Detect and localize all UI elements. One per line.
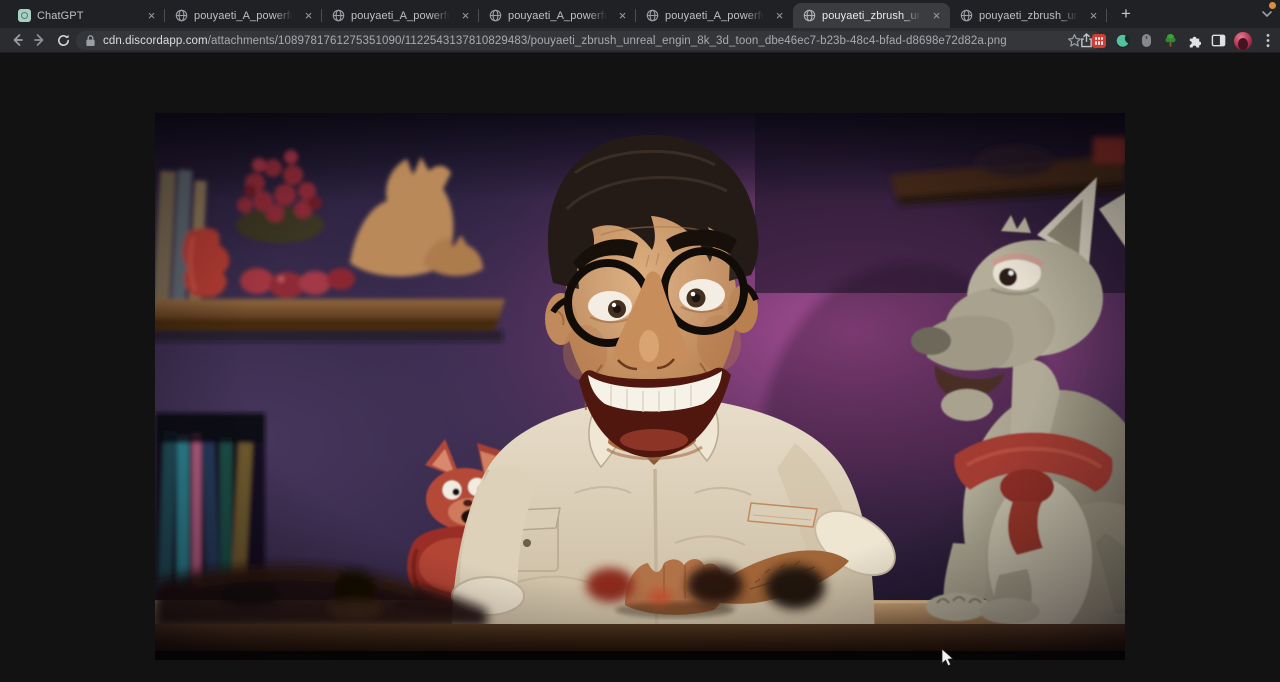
toolbar-right xyxy=(1066,28,1276,53)
vignette xyxy=(155,113,1125,660)
globe-favicon xyxy=(959,9,973,23)
nav-buttons xyxy=(6,29,74,51)
address-bar[interactable]: cdn.discordapp.com/attachments/108978176… xyxy=(76,31,1102,50)
extension-red-grid-icon[interactable] xyxy=(1090,32,1107,49)
extension-tree-icon[interactable] xyxy=(1162,32,1179,49)
tab-label: pouyaeti_zbrush_unreal_engin xyxy=(822,10,923,22)
tab-strip: ChatGPT × pouyaeti_A_powerful_modern × p… xyxy=(0,0,1280,28)
lock-icon xyxy=(85,34,96,47)
url-text: cdn.discordapp.com/attachments/108978176… xyxy=(103,35,1073,47)
tab-close-icon[interactable]: × xyxy=(1086,8,1101,23)
tab-close-icon[interactable]: × xyxy=(458,8,473,23)
menu-kebab-icon[interactable] xyxy=(1259,32,1276,49)
new-tab-button[interactable]: + xyxy=(1113,1,1139,27)
extensions-puzzle-icon[interactable] xyxy=(1186,32,1203,49)
globe-favicon xyxy=(488,9,502,23)
tab-zbrush-unreal-2[interactable]: pouyaeti_zbrush_unreal_engin × xyxy=(950,3,1107,28)
extension-mouse-icon[interactable] xyxy=(1138,32,1155,49)
globe-favicon xyxy=(802,9,816,23)
browser-window: { "tab_strip": { "close_label": "×", "ne… xyxy=(0,0,1280,682)
tab-chatgpt[interactable]: ChatGPT × xyxy=(8,3,165,28)
tab-powerful-modern-4[interactable]: pouyaeti_A_powerful_modern × xyxy=(636,3,793,28)
recording-indicator-dot xyxy=(1269,2,1276,9)
mouse-cursor xyxy=(941,648,954,667)
tab-label: pouyaeti_A_powerful_modern xyxy=(351,10,452,22)
bookmark-star-icon[interactable] xyxy=(1066,32,1083,49)
back-button[interactable] xyxy=(6,29,28,51)
globe-favicon xyxy=(645,9,659,23)
profile-avatar[interactable] xyxy=(1234,32,1252,50)
tab-label: ChatGPT xyxy=(37,10,138,22)
globe-favicon xyxy=(174,9,188,23)
tab-close-icon[interactable]: × xyxy=(615,8,630,23)
tab-close-icon[interactable]: × xyxy=(929,8,944,23)
extension-dark-mode-moon-icon[interactable] xyxy=(1114,32,1131,49)
browser-toolbar: cdn.discordapp.com/attachments/108978176… xyxy=(0,28,1280,53)
tab-powerful-modern-3[interactable]: pouyaeti_A_powerful_modern × xyxy=(479,3,636,28)
side-panel-icon[interactable] xyxy=(1210,32,1227,49)
tab-close-icon[interactable]: × xyxy=(772,8,787,23)
tab-label: pouyaeti_A_powerful_modern xyxy=(194,10,295,22)
tab-powerful-modern-2[interactable]: pouyaeti_A_powerful_modern × xyxy=(322,3,479,28)
tab-label: pouyaeti_zbrush_unreal_engin xyxy=(979,10,1080,22)
tab-powerful-modern-1[interactable]: pouyaeti_A_powerful_modern × xyxy=(165,3,322,28)
page-content xyxy=(0,53,1280,682)
tab-overflow-chevron-icon[interactable] xyxy=(1260,7,1274,21)
url-host: cdn.discordapp.com xyxy=(103,35,208,47)
globe-favicon xyxy=(331,9,345,23)
tab-label: pouyaeti_A_powerful_modern xyxy=(508,10,609,22)
tab-zbrush-unreal-active[interactable]: pouyaeti_zbrush_unreal_engin × xyxy=(793,3,950,28)
chatgpt-favicon xyxy=(17,9,31,23)
tab-close-icon[interactable]: × xyxy=(301,8,316,23)
forward-button[interactable] xyxy=(29,29,51,51)
url-path: /attachments/1089781761275351090/1122543… xyxy=(208,35,1007,47)
toon-render-scene xyxy=(155,113,1125,660)
discord-attachment-image[interactable] xyxy=(155,113,1125,660)
tab-label: pouyaeti_A_powerful_modern xyxy=(665,10,766,22)
tab-close-icon[interactable]: × xyxy=(144,8,159,23)
tab-list: ChatGPT × pouyaeti_A_powerful_modern × p… xyxy=(0,0,1139,28)
reload-button[interactable] xyxy=(52,29,74,51)
